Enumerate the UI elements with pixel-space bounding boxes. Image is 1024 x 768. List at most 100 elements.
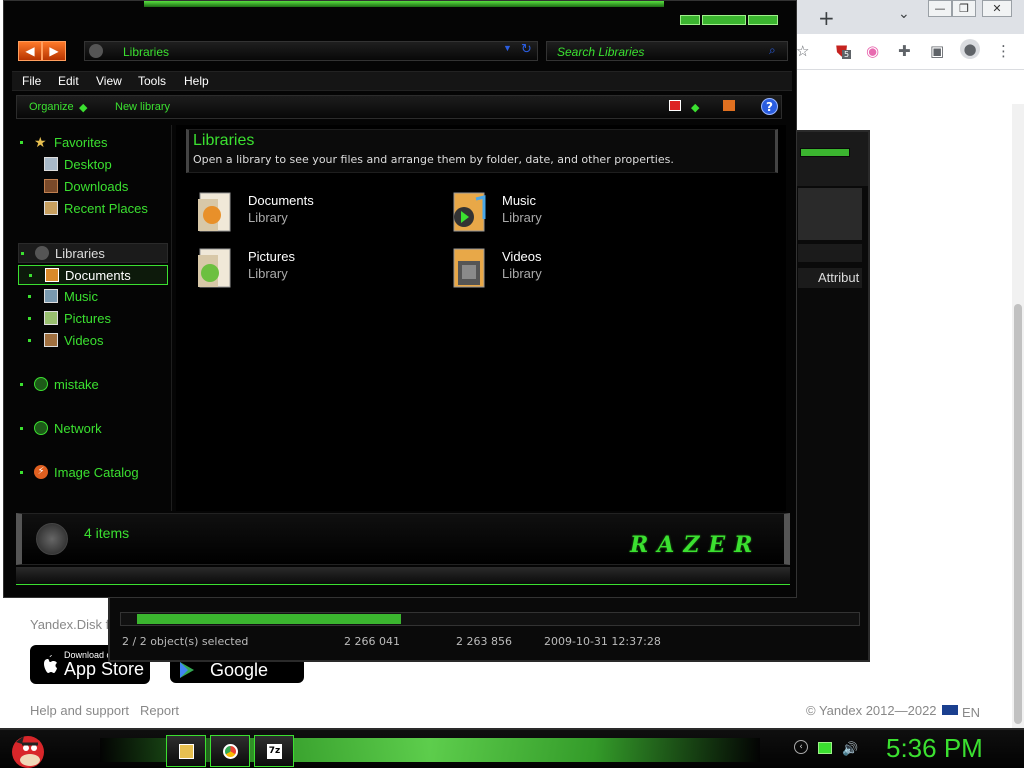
bottom-strip [16,567,790,585]
uk-flag-icon [942,705,958,715]
address-text: Libraries [123,45,170,59]
library-item-videos[interactable]: Videos Library [450,243,690,293]
sidebar-music-label: Music [64,289,98,304]
browser-scrollbar[interactable] [1012,104,1024,730]
back-button[interactable]: ◀ [18,41,42,61]
language-switch[interactable]: EN [962,705,980,720]
browser-restore-button[interactable]: ❐ [952,0,976,17]
network-tray-icon[interactable] [818,742,832,754]
sidebar-item-downloads[interactable]: Downloads [12,177,168,197]
sidebar-documents-label: Documents [65,268,131,283]
volume-icon[interactable]: 🔊 [842,742,858,757]
sidebar-item-network[interactable]: Network [12,419,168,439]
google-play-icon [180,662,194,678]
refresh-icon[interactable]: ↻ [521,42,532,57]
view-dropdown-icon[interactable]: ◆ [691,101,699,114]
menu-view[interactable]: View [96,74,122,88]
bg-status-size2: 2 263 856 [456,635,512,648]
computer-icon [34,377,48,391]
view-options-icon[interactable] [669,100,681,111]
menu-tools[interactable]: Tools [138,74,166,88]
side-panel-icon[interactable]: ▣ [930,42,944,60]
attribute-column-header[interactable]: Attribut [798,268,862,288]
bg-progress-bar[interactable] [120,612,860,626]
expand-dot-icon [29,274,32,277]
library-item-pictures[interactable]: Pictures Library [196,243,436,293]
sidebar-favorites-label: Favorites [54,135,108,150]
browser-minimize-button[interactable]: — [928,0,952,17]
help-icon[interactable]: ? [761,98,778,115]
clock[interactable]: 5:36 PM [886,733,983,764]
tab-search-button[interactable]: ⌄ [898,6,910,22]
browser-toolbar: ☆ ⛊ 5 ◉ ✚ ▣ ● ⋮ [796,34,1024,70]
maximize-button[interactable] [702,15,746,25]
menu-edit[interactable]: Edit [58,74,79,88]
organize-button[interactable]: Organize [29,101,74,113]
library-item-music[interactable]: Music Library [450,187,690,237]
search-icon[interactable]: ⌕ [769,43,776,58]
new-library-button[interactable]: New library [115,101,170,113]
search-box[interactable]: Search Libraries ⌕ [546,41,788,61]
browser-menu-icon[interactable]: ⋮ [996,42,1011,60]
documents-icon [45,268,59,282]
sidebar-item-videos[interactable]: Videos [12,331,168,351]
sidebar-item-mistake[interactable]: mistake [12,375,168,395]
scrollbar-thumb[interactable] [1014,304,1022,724]
taskbar-explorer-button[interactable] [166,735,206,767]
sidebar-item-recent-places[interactable]: Recent Places [12,199,168,219]
close-button[interactable] [748,15,778,25]
yandex-disk-text: Yandex.Disk f [30,617,110,632]
bg-status-date: 2009-10-31 12:37:28 [544,635,661,648]
menu-file[interactable]: File [22,74,41,88]
navigation-pane: ★ Favorites Desktop Downloads Recent Pla… [12,125,172,511]
bg-window-dropdown[interactable] [798,244,862,262]
address-dropdown-icon[interactable]: ▼ [503,43,512,53]
explorer-window[interactable]: ◀ ▶ Libraries ▼ ↻ Search Libraries ⌕ Fil… [3,0,797,598]
videos-folder-icon [453,248,485,288]
music-folder-icon [453,192,486,232]
translate-extension-icon[interactable]: ◉ [866,42,879,60]
network-icon [34,421,48,435]
taskbar-7zip-button[interactable]: 7z [254,735,294,767]
taskbar-chrome-button[interactable] [210,735,250,767]
sidebar-item-documents[interactable]: Documents [18,265,168,285]
library-type: Library [248,210,288,225]
folder-icon [179,744,194,759]
preview-pane-icon[interactable] [723,100,735,111]
videos-icon [44,333,58,347]
libraries-large-icon [36,523,68,555]
bg-window-controls[interactable] [800,148,850,157]
report-link[interactable]: Report [140,703,179,718]
menu-help[interactable]: Help [184,74,209,88]
sidebar-item-image-catalog[interactable]: ⚡ Image Catalog [12,463,168,483]
address-bar[interactable]: Libraries ▼ ↻ [84,41,538,61]
pictures-folder-icon [198,248,231,288]
extensions-puzzle-icon[interactable]: ✚ [898,42,911,60]
browser-window-top: + ⌄ — ❐ ✕ ☆ ⛊ 5 ◉ ✚ ▣ ● ⋮ [796,0,1024,104]
search-input[interactable]: Search Libraries [557,45,644,59]
forward-button[interactable]: ▶ [42,41,66,61]
app-store-label: App Store [64,659,145,679]
image-catalog-icon: ⚡ [34,465,48,479]
start-button-angry-bird-icon[interactable] [6,730,50,768]
sidebar-item-music[interactable]: Music [12,287,168,307]
minimize-button[interactable] [680,15,700,25]
expand-dot-icon [28,295,31,298]
library-name: Pictures [248,249,295,264]
bookmark-star-icon[interactable]: ☆ [796,42,809,60]
downloads-icon [44,179,58,193]
libraries-icon [89,44,103,58]
help-support-link[interactable]: Help and support [30,703,129,718]
library-item-documents[interactable]: Documents Library [196,187,436,237]
sidebar-item-desktop[interactable]: Desktop [12,155,168,175]
browser-close-button[interactable]: ✕ [982,0,1012,17]
title-strip [144,1,664,7]
new-tab-button[interactable]: + [818,6,835,30]
profile-avatar-icon[interactable]: ● [960,39,980,59]
organize-dropdown-icon[interactable]: ◆ [79,101,87,114]
sidebar-item-libraries[interactable]: Libraries [18,243,168,263]
command-bar: Organize ◆ New library ◆ ? [16,95,782,119]
sidebar-item-favorites[interactable]: ★ Favorites [12,133,168,153]
tray-chevron-icon[interactable]: ‹ [794,740,808,754]
sidebar-item-pictures[interactable]: Pictures [12,309,168,329]
